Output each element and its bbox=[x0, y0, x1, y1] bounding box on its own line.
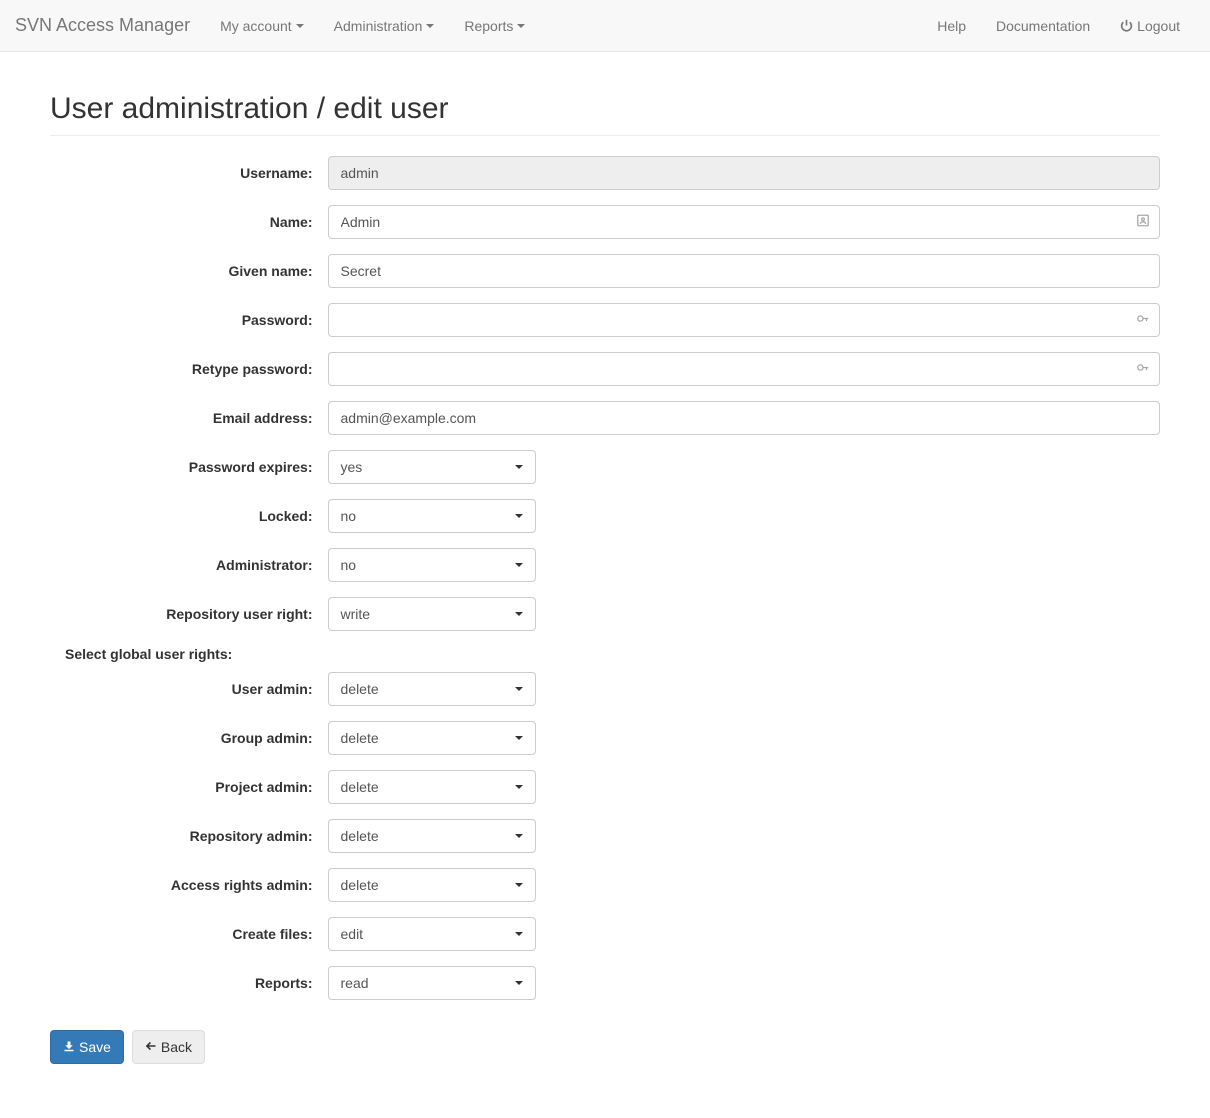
email-input[interactable] bbox=[328, 401, 1161, 435]
nav-label: My account bbox=[220, 18, 292, 34]
label-repo-user-right: Repository user right: bbox=[50, 606, 328, 622]
key-icon bbox=[1136, 361, 1150, 378]
select-value: delete bbox=[341, 730, 379, 746]
select-value: read bbox=[341, 975, 369, 991]
create-files-select[interactable]: edit bbox=[328, 917, 536, 951]
save-button[interactable]: Save bbox=[50, 1030, 124, 1064]
label-project-admin: Project admin: bbox=[50, 779, 328, 795]
page-title: User administration / edit user bbox=[50, 92, 1160, 126]
username-input bbox=[328, 156, 1161, 190]
button-row: Save Back bbox=[50, 1030, 1160, 1064]
nav-my-account[interactable]: My account bbox=[205, 3, 319, 49]
administrator-select[interactable]: no bbox=[328, 548, 536, 582]
navbar: SVN Access Manager My account Administra… bbox=[0, 0, 1210, 52]
label-retype-password: Retype password: bbox=[50, 361, 328, 377]
locked-select[interactable]: no bbox=[328, 499, 536, 533]
repo-user-right-select[interactable]: write bbox=[328, 597, 536, 631]
label-user-admin: User admin: bbox=[50, 681, 328, 697]
select-value: delete bbox=[341, 877, 379, 893]
label-administrator: Administrator: bbox=[50, 557, 328, 573]
brand-link[interactable]: SVN Access Manager bbox=[15, 0, 205, 51]
nav-label: Reports bbox=[464, 18, 513, 34]
user-admin-select[interactable]: delete bbox=[328, 672, 536, 706]
chevron-down-icon bbox=[515, 785, 523, 789]
chevron-down-icon bbox=[515, 883, 523, 887]
access-rights-admin-select[interactable]: delete bbox=[328, 868, 536, 902]
reports-select[interactable]: read bbox=[328, 966, 536, 1000]
repository-admin-select[interactable]: delete bbox=[328, 819, 536, 853]
label-password: Password: bbox=[50, 312, 328, 328]
select-value: yes bbox=[341, 459, 363, 475]
password-expires-select[interactable]: yes bbox=[328, 450, 536, 484]
label-username: Username: bbox=[50, 165, 328, 181]
chevron-down-icon bbox=[515, 834, 523, 838]
select-value: edit bbox=[341, 926, 364, 942]
nav-reports[interactable]: Reports bbox=[449, 3, 540, 49]
chevron-down-icon bbox=[515, 687, 523, 691]
chevron-down-icon bbox=[515, 736, 523, 740]
navbar-left: My account Administration Reports bbox=[205, 3, 540, 49]
label-email: Email address: bbox=[50, 410, 328, 426]
edit-user-form: Username: Name: Given name: Password: bbox=[50, 156, 1160, 1064]
nav-label: Administration bbox=[334, 18, 423, 34]
chevron-down-icon bbox=[515, 612, 523, 616]
caret-icon bbox=[296, 24, 304, 28]
given-name-input[interactable] bbox=[328, 254, 1161, 288]
select-value: delete bbox=[341, 681, 379, 697]
back-label: Back bbox=[161, 1037, 192, 1057]
main-container: User administration / edit user Username… bbox=[35, 92, 1175, 1064]
nav-help[interactable]: Help bbox=[922, 3, 981, 49]
project-admin-select[interactable]: delete bbox=[328, 770, 536, 804]
nav-documentation[interactable]: Documentation bbox=[981, 3, 1105, 49]
logout-label: Logout bbox=[1137, 18, 1180, 34]
page-header: User administration / edit user bbox=[50, 92, 1160, 136]
chevron-down-icon bbox=[515, 465, 523, 469]
password-input[interactable] bbox=[328, 303, 1161, 337]
select-value: no bbox=[341, 508, 357, 524]
arrow-left-icon bbox=[145, 1037, 157, 1057]
chevron-down-icon bbox=[515, 981, 523, 985]
select-value: no bbox=[341, 557, 357, 573]
group-admin-select[interactable]: delete bbox=[328, 721, 536, 755]
label-given-name: Given name: bbox=[50, 263, 328, 279]
label-group-admin: Group admin: bbox=[50, 730, 328, 746]
name-input[interactable] bbox=[328, 205, 1161, 239]
retype-password-input[interactable] bbox=[328, 352, 1161, 386]
nav-logout[interactable]: Logout bbox=[1105, 3, 1195, 49]
global-rights-section-label: Select global user rights: bbox=[65, 646, 1160, 662]
label-name: Name: bbox=[50, 214, 328, 230]
label-password-expires: Password expires: bbox=[50, 459, 328, 475]
navbar-right: Help Documentation Logout bbox=[922, 3, 1195, 49]
chevron-down-icon bbox=[515, 563, 523, 567]
back-button[interactable]: Back bbox=[132, 1030, 205, 1064]
chevron-down-icon bbox=[515, 932, 523, 936]
label-repository-admin: Repository admin: bbox=[50, 828, 328, 844]
chevron-down-icon bbox=[515, 514, 523, 518]
save-label: Save bbox=[79, 1037, 111, 1057]
select-value: write bbox=[341, 606, 371, 622]
power-icon bbox=[1120, 19, 1133, 32]
label-locked: Locked: bbox=[50, 508, 328, 524]
select-value: delete bbox=[341, 828, 379, 844]
caret-icon bbox=[426, 24, 434, 28]
key-icon bbox=[1136, 312, 1150, 329]
label-create-files: Create files: bbox=[50, 926, 328, 942]
contact-icon bbox=[1136, 214, 1150, 231]
save-icon bbox=[63, 1037, 75, 1057]
label-reports-right: Reports: bbox=[50, 975, 328, 991]
select-value: delete bbox=[341, 779, 379, 795]
caret-icon bbox=[517, 24, 525, 28]
nav-administration[interactable]: Administration bbox=[319, 3, 450, 49]
label-access-rights-admin: Access rights admin: bbox=[50, 877, 328, 893]
